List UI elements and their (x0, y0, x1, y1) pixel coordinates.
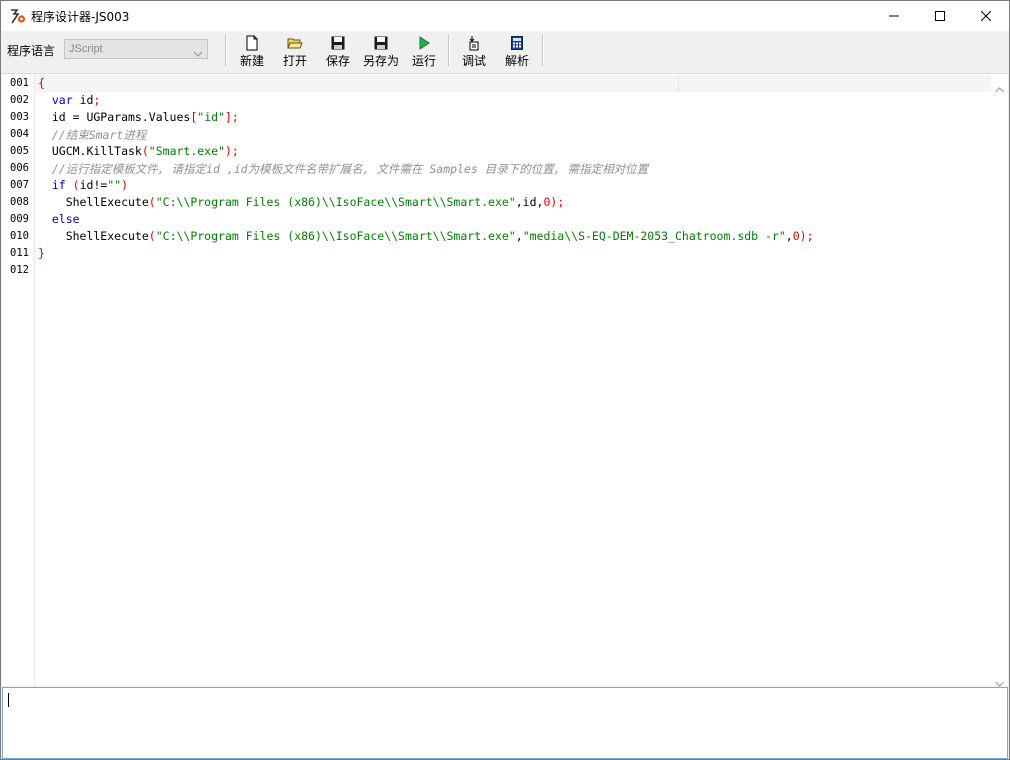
text-caret (8, 693, 9, 707)
line-number: 006 (10, 162, 29, 174)
code-line: } (38, 246, 45, 260)
program-designer-window: 程序设计器-JS003 程序语言 JScript 新建 打开 保存 另存为 运行… (0, 0, 1010, 760)
save-as-icon (374, 36, 388, 50)
save-as-button[interactable]: 另存为 (361, 33, 401, 69)
code-line: id = UGParams.Values["id"]; (38, 110, 239, 124)
run-button-label: 运行 (411, 54, 436, 68)
save-button[interactable]: 保存 (321, 33, 355, 69)
code-editor[interactable]: 001 002 003 004 005 006 007 008 009 010 … (2, 73, 1008, 687)
save-as-button-label: 另存为 (362, 54, 399, 68)
code-line: //运行指定模板文件, 请指定id ,id为模板文件名带扩展名, 文件需在 Sa… (51, 162, 649, 176)
code-line: ShellExecute("C:\\Program Files (x86)\\I… (38, 195, 565, 209)
maximize-button[interactable] (917, 1, 963, 31)
code-line: UGCM.KillTask("Smart.exe"); (38, 144, 239, 158)
language-select[interactable]: JScript (64, 39, 208, 59)
app-icon (9, 7, 27, 25)
line-number: 003 (10, 111, 29, 123)
code-line: else (51, 212, 80, 226)
line-number: 005 (10, 145, 29, 157)
save-icon (331, 36, 345, 50)
debug-button[interactable]: 调试 (457, 33, 491, 69)
title-bar[interactable]: 程序设计器-JS003 (1, 1, 1009, 31)
new-file-icon (246, 35, 258, 51)
line-number: 002 (10, 94, 29, 106)
toolbar-separator (225, 34, 227, 66)
code-line: if (id!="") (51, 178, 129, 192)
parse-button-label: 解析 (504, 54, 529, 68)
line-number-gutter: 001 002 003 004 005 006 007 008 009 010 … (2, 74, 35, 686)
line-number: 001 (10, 77, 29, 89)
close-button[interactable] (963, 1, 1009, 31)
save-button-label: 保存 (325, 54, 350, 68)
code-line: { (38, 76, 45, 90)
minimize-button[interactable] (871, 1, 917, 31)
language-label: 程序语言 (7, 44, 56, 58)
calculator-icon (511, 36, 523, 50)
window-title: 程序设计器-JS003 (31, 10, 130, 24)
debug-icon (469, 36, 479, 51)
scroll-up-icon[interactable] (995, 78, 1004, 97)
output-pane[interactable] (2, 687, 1008, 759)
line-number: 007 (10, 179, 29, 191)
toolbar-separator (448, 34, 450, 66)
open-button[interactable]: 打开 (278, 33, 312, 69)
vertical-scrollbar[interactable] (991, 74, 1008, 687)
chevron-down-icon (193, 44, 203, 57)
code-line: ShellExecute("C:\\Program Files (x86)\\I… (38, 229, 814, 243)
open-button-label: 打开 (282, 54, 307, 68)
language-value: JScript (69, 43, 103, 55)
new-button-label: 新建 (239, 54, 264, 68)
line-number: 004 (10, 128, 29, 140)
debug-button-label: 调试 (461, 54, 486, 68)
code-line: //结束Smart进程 (51, 128, 147, 142)
toolbar: 程序语言 JScript 新建 打开 保存 另存为 运行 调试 解析 (1, 31, 1009, 71)
run-button[interactable]: 运行 (407, 33, 441, 69)
current-line-highlight-margin (678, 75, 991, 92)
line-number: 009 (10, 213, 29, 225)
new-button[interactable]: 新建 (235, 33, 269, 69)
run-icon (419, 36, 430, 50)
line-number: 010 (10, 230, 29, 242)
current-line-highlight (35, 75, 678, 92)
toolbar-separator (542, 34, 544, 66)
open-folder-icon (287, 38, 303, 49)
line-number: 008 (10, 196, 29, 208)
code-line: var id; (51, 93, 101, 107)
line-number: 011 (10, 247, 29, 259)
line-number: 012 (10, 264, 29, 276)
parse-button[interactable]: 解析 (500, 33, 534, 69)
